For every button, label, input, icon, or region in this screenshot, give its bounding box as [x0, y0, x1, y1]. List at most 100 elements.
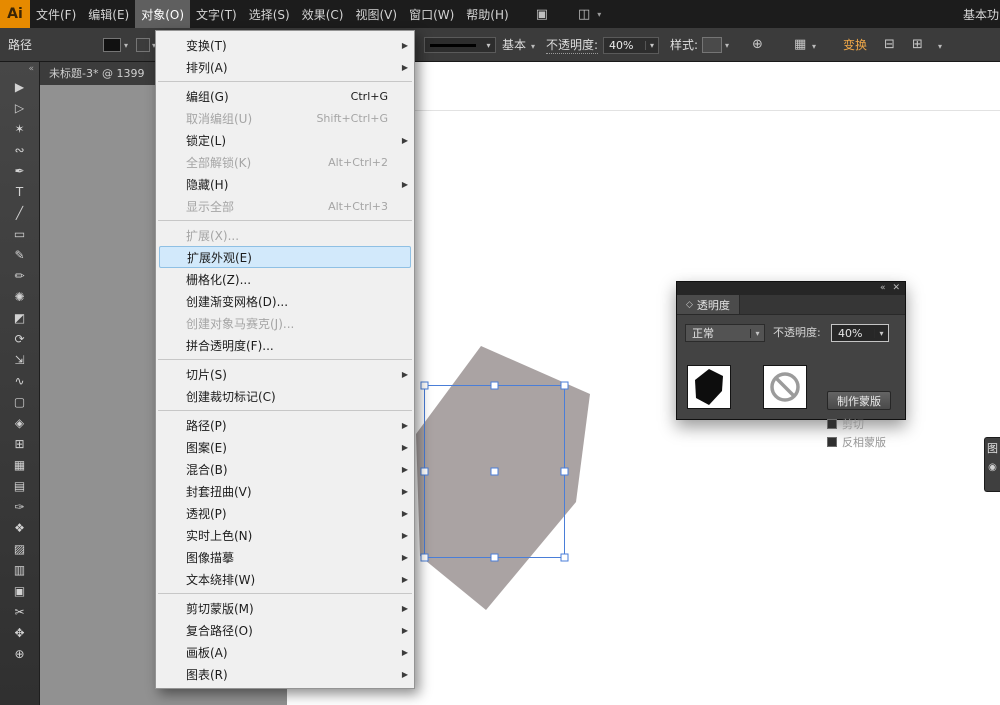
menu-item-pattern[interactable]: 图案(E) ▶ [156, 436, 414, 458]
rectangle-tool[interactable]: ▭ [0, 223, 40, 244]
workspace-switcher-caret-icon[interactable]: ▾ [597, 0, 601, 28]
menu-item-lock[interactable]: 锁定(L) ▶ [156, 129, 414, 151]
menu-item-image-trace[interactable]: 图像描摹 ▶ [156, 546, 414, 568]
transparency-panel-tab[interactable]: ◇ 透明度 [677, 295, 740, 314]
globe-icon[interactable]: ⊕ [752, 28, 763, 62]
selection-tool[interactable]: ▶ [0, 76, 40, 97]
collapsed-panel-dock[interactable]: 图 ◉ [984, 437, 1000, 492]
menu-item-hide[interactable]: 隐藏(H) ▶ [156, 173, 414, 195]
workspace-label[interactable]: 基本功 [963, 0, 1000, 28]
menu-object[interactable]: 对象(O) [135, 0, 190, 28]
lasso-tool[interactable]: ∾ [0, 139, 40, 160]
brush-definition-caret-icon[interactable]: ▾ [531, 42, 535, 51]
make-mask-button[interactable]: 制作蒙版 [827, 391, 891, 410]
width-tool[interactable]: ∿ [0, 370, 40, 391]
menu-file[interactable]: 文件(F) [30, 0, 82, 28]
menu-item-group[interactable]: 编组(G) Ctrl+G [156, 85, 414, 107]
menu-item-compound-path[interactable]: 复合路径(O) ▶ [156, 619, 414, 641]
menu-item-text-wrap[interactable]: 文本绕排(W) ▶ [156, 568, 414, 590]
mask-thumbnail[interactable] [763, 365, 807, 409]
style-caret-icon[interactable]: ▾ [725, 41, 729, 50]
panel-opacity-field[interactable]: 40% ▾ [831, 324, 889, 342]
pencil-tool[interactable]: ✏ [0, 265, 40, 286]
more-options-caret-icon[interactable]: ▾ [938, 42, 942, 51]
menu-effect[interactable]: 效果(C) [296, 0, 350, 28]
opacity-caret-icon[interactable]: ▾ [645, 41, 658, 50]
fill-color-swatch[interactable] [103, 38, 121, 52]
layers-dock-tab-label[interactable]: 图 [987, 443, 998, 455]
menu-item-flatten-transparency[interactable]: 拼合透明度(F)... [156, 334, 414, 356]
menu-item-rasterize[interactable]: 栅格化(Z)... [156, 268, 414, 290]
symbol-sprayer-tool[interactable]: ▨ [0, 538, 40, 559]
mesh-tool[interactable]: ▦ [0, 454, 40, 475]
menu-item-envelope-distort[interactable]: 封套扭曲(V) ▶ [156, 480, 414, 502]
menu-edit[interactable]: 编辑(E) [82, 0, 135, 28]
menu-item-graph[interactable]: 图表(R) ▶ [156, 663, 414, 685]
brush-definition-label[interactable]: 基本 [502, 28, 526, 62]
blob-brush-tool[interactable]: ✺ [0, 286, 40, 307]
toolbar-collapse-icon[interactable]: « [0, 62, 39, 76]
opacity-field[interactable]: 40% ▾ [603, 37, 659, 54]
eyedropper-tool[interactable]: ✑ [0, 496, 40, 517]
menu-window[interactable]: 窗口(W) [403, 0, 460, 28]
paintbrush-tool[interactable]: ✎ [0, 244, 40, 265]
transform-link[interactable]: 变换 [843, 28, 867, 62]
menu-item-blend[interactable]: 混合(B) ▶ [156, 458, 414, 480]
magic-wand-tool[interactable]: ✶ [0, 118, 40, 139]
perspective-grid-tool[interactable]: ⊞ [0, 433, 40, 454]
type-tool[interactable]: T [0, 181, 40, 202]
align-icon[interactable]: ⊟ [884, 28, 895, 62]
gradient-tool[interactable]: ▤ [0, 475, 40, 496]
eye-icon[interactable]: ◉ [988, 463, 997, 473]
panel-collapse-icon[interactable]: « [880, 282, 886, 295]
workspace-switcher-icon[interactable]: ◫ [571, 0, 597, 28]
distribute-icon[interactable]: ⊞ [912, 28, 923, 62]
object-thumbnail[interactable] [687, 365, 731, 409]
menu-item-arrange[interactable]: 排列(A) ▶ [156, 56, 414, 78]
eraser-tool[interactable]: ◩ [0, 307, 40, 328]
menu-item-live-paint[interactable]: 实时上色(N) ▶ [156, 524, 414, 546]
column-graph-tool[interactable]: ▥ [0, 559, 40, 580]
menu-item-slice[interactable]: 切片(S) ▶ [156, 363, 414, 385]
free-transform-tool[interactable]: ▢ [0, 391, 40, 412]
rotate-tool[interactable]: ⟳ [0, 328, 40, 349]
pen-tool[interactable]: ✒ [0, 160, 40, 181]
invert-mask-checkbox[interactable]: 反相蒙版 [827, 434, 886, 450]
scale-tool[interactable]: ⇲ [0, 349, 40, 370]
panel-close-icon[interactable]: ✕ [892, 282, 900, 295]
blend-mode-dropdown[interactable]: 正常 ▾ [685, 324, 765, 342]
direct-selection-tool[interactable]: ▷ [0, 97, 40, 118]
stroke-weight-dropdown[interactable]: ▾ [424, 37, 496, 53]
panel-title-bar[interactable]: « ✕ [677, 282, 905, 295]
grid-options-caret-icon[interactable]: ▾ [812, 42, 816, 51]
hand-tool[interactable]: ✥ [0, 622, 40, 643]
menu-item-expand-appearance[interactable]: 扩展外观(E) [159, 246, 411, 268]
menu-item-artboards[interactable]: 画板(A) ▶ [156, 641, 414, 663]
stroke-weight-caret-icon[interactable]: ▾ [482, 41, 495, 50]
clip-checkbox[interactable]: 剪切 [827, 416, 864, 432]
grid-options-icon[interactable]: ▦ [794, 28, 806, 62]
menu-select[interactable]: 选择(S) [243, 0, 296, 28]
arrange-documents-icon[interactable]: ▣ [529, 0, 555, 28]
stroke-color-swatch[interactable] [136, 38, 150, 52]
blend-mode-caret-icon[interactable]: ▾ [750, 329, 764, 338]
shape-builder-tool[interactable]: ◈ [0, 412, 40, 433]
menu-item-perspective[interactable]: 透视(P) ▶ [156, 502, 414, 524]
checkbox-icon[interactable] [827, 437, 837, 447]
menu-item-path[interactable]: 路径(P) ▶ [156, 414, 414, 436]
menu-view[interactable]: 视图(V) [349, 0, 403, 28]
opacity-label[interactable]: 不透明度: [546, 37, 598, 54]
menu-item-create-gradient-mesh[interactable]: 创建渐变网格(D)... [156, 290, 414, 312]
slice-tool[interactable]: ✂ [0, 601, 40, 622]
artboard-tool[interactable]: ▣ [0, 580, 40, 601]
menu-type[interactable]: 文字(T) [190, 0, 243, 28]
fill-color-caret-icon[interactable]: ▾ [124, 41, 128, 50]
checkbox-icon[interactable] [827, 419, 837, 429]
menu-item-transform[interactable]: 变换(T) ▶ [156, 34, 414, 56]
blend-tool[interactable]: ❖ [0, 517, 40, 538]
style-swatch[interactable] [702, 37, 722, 53]
menu-item-create-trim-marks[interactable]: 创建裁切标记(C) [156, 385, 414, 407]
zoom-tool[interactable]: ⊕ [0, 643, 40, 664]
panel-opacity-caret-icon[interactable]: ▾ [874, 329, 888, 338]
menu-item-clipping-mask[interactable]: 剪切蒙版(M) ▶ [156, 597, 414, 619]
